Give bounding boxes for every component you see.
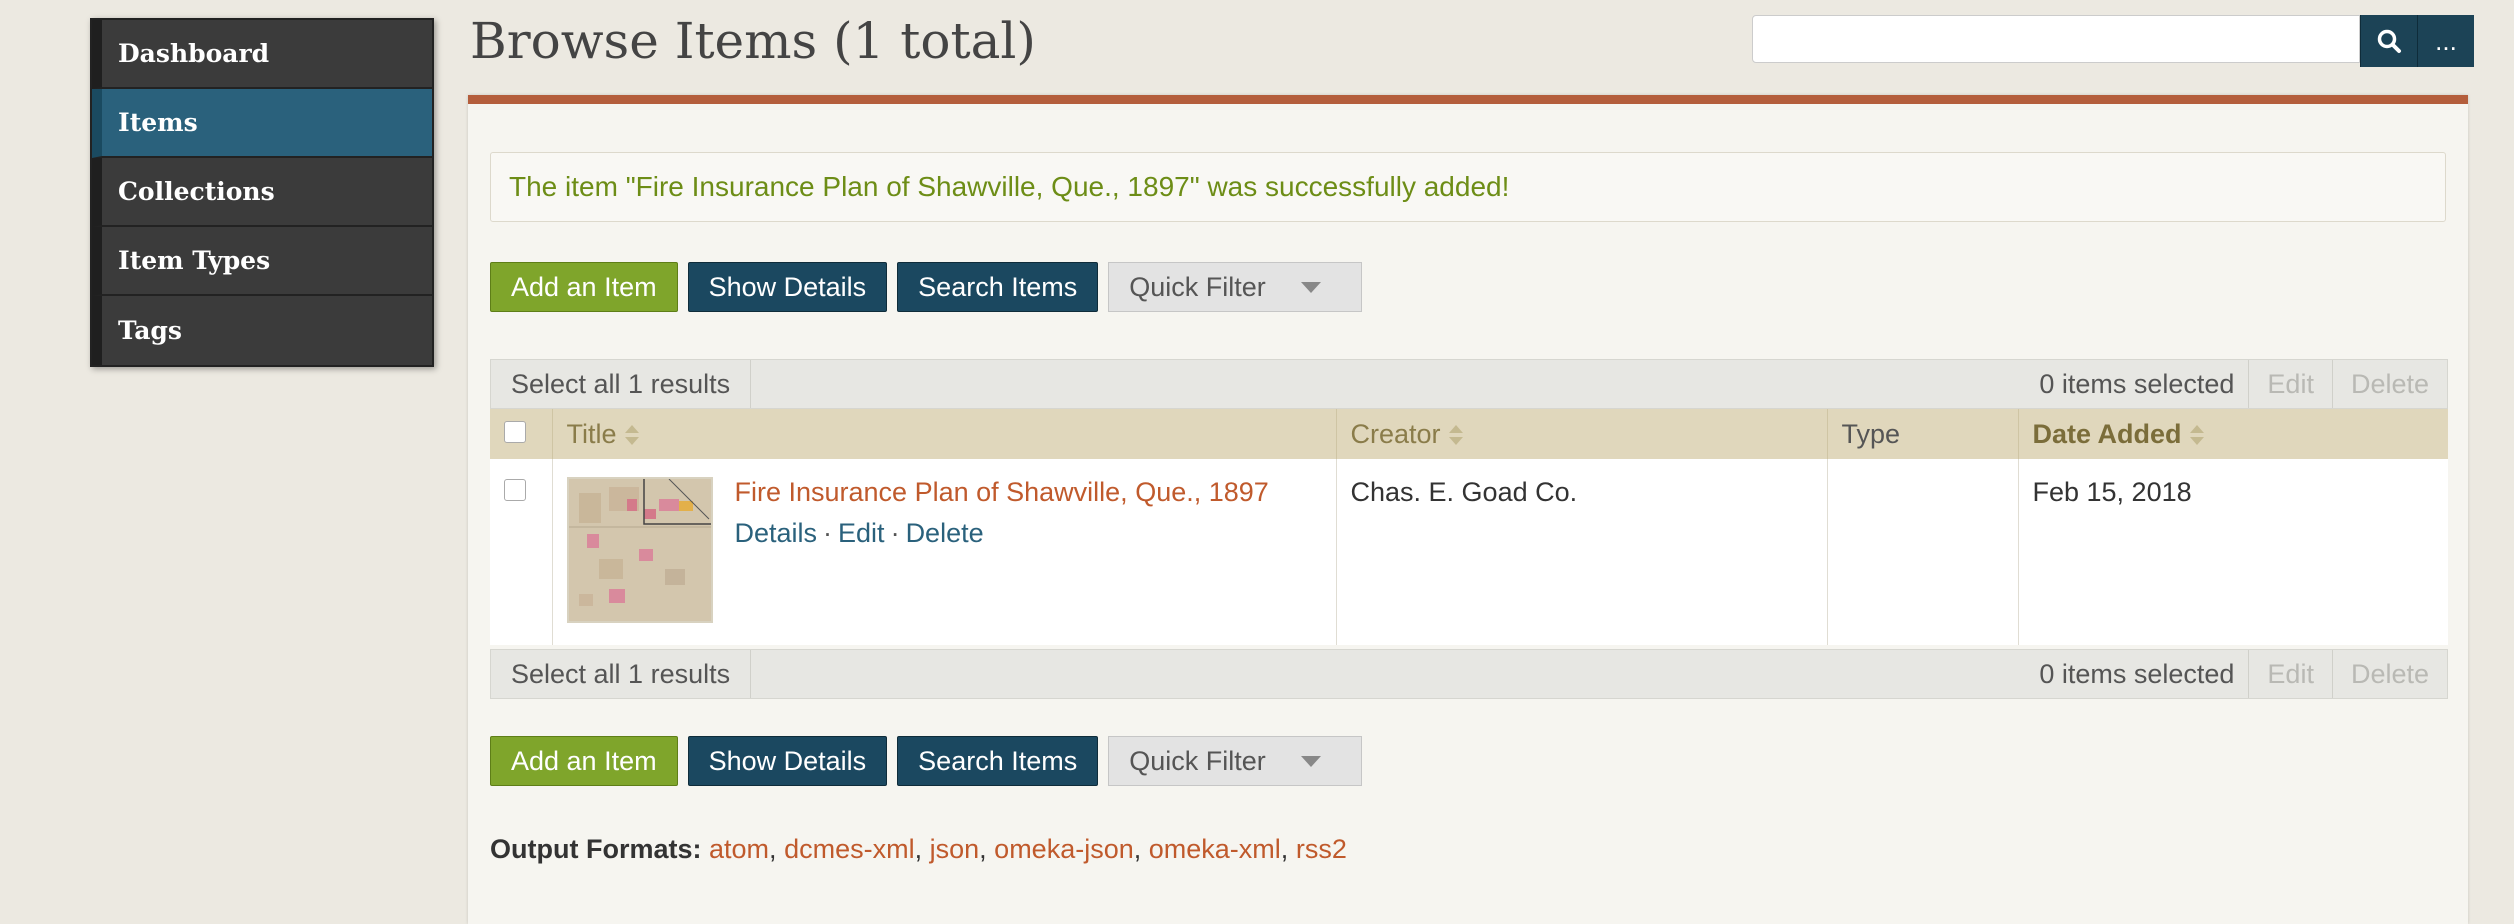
table-row: Fire Insurance Plan of Shawville, Que., …: [490, 459, 2448, 645]
format-link-dcmes-xml[interactable]: dcmes-xml: [784, 834, 915, 864]
select-all-checkbox[interactable]: [504, 420, 526, 443]
creator-cell: Chas. E. Goad Co.: [1335, 459, 1827, 645]
search-bar: ...: [1752, 15, 2474, 67]
top-actions: Add an Item Show Details Search Items Qu…: [490, 262, 1363, 312]
add-item-button[interactable]: Add an Item: [490, 262, 678, 312]
selected-count: 0 items selected: [2039, 368, 2235, 399]
quick-filter-dropdown[interactable]: Quick Filter: [1108, 262, 1363, 312]
add-item-button-bottom[interactable]: Add an Item: [490, 736, 678, 786]
format-link-atom[interactable]: atom: [709, 834, 769, 864]
column-title-label: Title: [566, 418, 617, 449]
separator: ·: [823, 518, 833, 548]
separator: ,: [914, 834, 923, 864]
sidebar-item-dashboard[interactable]: Dashboard: [92, 20, 432, 89]
separator: ,: [1280, 834, 1289, 864]
header-select-cell: [490, 409, 552, 459]
chevron-down-icon: [1301, 755, 1322, 767]
column-date-added-label: Date Added: [2032, 418, 2182, 449]
batch-edit-button-bottom[interactable]: Edit: [2248, 650, 2332, 698]
selected-count-bottom: 0 items selected: [2039, 658, 2235, 689]
search-items-button[interactable]: Search Items: [897, 262, 1099, 312]
separator: ,: [979, 834, 987, 864]
item-thumbnail[interactable]: [566, 477, 713, 623]
search-button[interactable]: [2360, 15, 2417, 67]
output-formats: Output Formats: atom, dcmes-xml, json, o…: [490, 834, 1347, 865]
quick-filter-dropdown-bottom[interactable]: Quick Filter: [1108, 736, 1363, 786]
separator: ,: [1133, 834, 1142, 864]
row-select-cell: [490, 459, 552, 645]
quick-filter-label: Quick Filter: [1129, 271, 1266, 302]
sort-icon: [2189, 424, 2204, 446]
format-link-json[interactable]: json: [930, 834, 980, 864]
show-details-button[interactable]: Show Details: [687, 262, 888, 312]
column-type-label: Type: [1841, 418, 1901, 449]
sort-icon: [624, 424, 639, 446]
column-header-type: Type: [1826, 409, 2018, 459]
quick-filter-label: Quick Filter: [1129, 745, 1266, 776]
search-icon: [2377, 29, 2401, 53]
sidebar-nav: Dashboard Items Collections Item Types T…: [90, 18, 434, 367]
column-header-date-added[interactable]: Date Added: [2017, 409, 2448, 459]
format-link-omeka-json[interactable]: omeka-json: [994, 834, 1134, 864]
page-title: Browse Items (1 total): [470, 12, 1036, 70]
separator: ,: [769, 834, 777, 864]
chevron-down-icon: [1301, 281, 1322, 293]
column-header-title[interactable]: Title: [551, 409, 1336, 459]
output-formats-label: Output Formats:: [490, 834, 702, 864]
main-panel: The item "Fire Insurance Plan of Shawvil…: [468, 95, 2468, 924]
column-creator-label: Creator: [1350, 418, 1441, 449]
advanced-search-button[interactable]: ...: [2417, 15, 2474, 67]
format-link-omeka-xml[interactable]: omeka-xml: [1149, 834, 1281, 864]
bottom-actions: Add an Item Show Details Search Items Qu…: [490, 736, 1363, 786]
batch-edit-button[interactable]: Edit: [2248, 360, 2332, 408]
item-delete-link[interactable]: Delete: [906, 518, 984, 548]
sort-icon: [1448, 424, 1463, 446]
items-table: Title Creator Type Date Added Fire Insur…: [490, 409, 2448, 645]
batch-bar-top: Select all 1 results 0 items selected Ed…: [490, 359, 2448, 409]
flash-success-message: The item "Fire Insurance Plan of Shawvil…: [490, 152, 2446, 222]
select-all-button-bottom[interactable]: Select all 1 results: [491, 650, 752, 698]
format-link-rss2[interactable]: rss2: [1296, 834, 1347, 864]
item-details-link[interactable]: Details: [735, 518, 818, 548]
batch-delete-button[interactable]: Delete: [2331, 360, 2447, 408]
separator: ·: [890, 518, 900, 548]
batch-bar-bottom: Select all 1 results 0 items selected Ed…: [490, 649, 2448, 699]
sidebar-item-collections[interactable]: Collections: [92, 158, 432, 227]
show-details-button-bottom[interactable]: Show Details: [687, 736, 888, 786]
date-added-cell: Feb 15, 2018: [2017, 459, 2448, 645]
sidebar-item-tags[interactable]: Tags: [92, 296, 432, 365]
title-cell: Fire Insurance Plan of Shawville, Que., …: [551, 459, 1336, 645]
type-cell: [1826, 459, 2018, 645]
batch-delete-button-bottom[interactable]: Delete: [2331, 650, 2447, 698]
item-edit-link[interactable]: Edit: [838, 518, 885, 548]
sidebar-item-items[interactable]: Items: [92, 89, 432, 158]
row-checkbox[interactable]: [504, 479, 526, 501]
search-input[interactable]: [1752, 15, 2360, 63]
column-header-creator[interactable]: Creator: [1335, 409, 1827, 459]
map-thumbnail-image: [568, 479, 711, 621]
select-all-button[interactable]: Select all 1 results: [491, 360, 752, 408]
sidebar-item-item-types[interactable]: Item Types: [92, 227, 432, 296]
table-header-row: Title Creator Type Date Added: [490, 409, 2448, 459]
search-items-button-bottom[interactable]: Search Items: [897, 736, 1099, 786]
